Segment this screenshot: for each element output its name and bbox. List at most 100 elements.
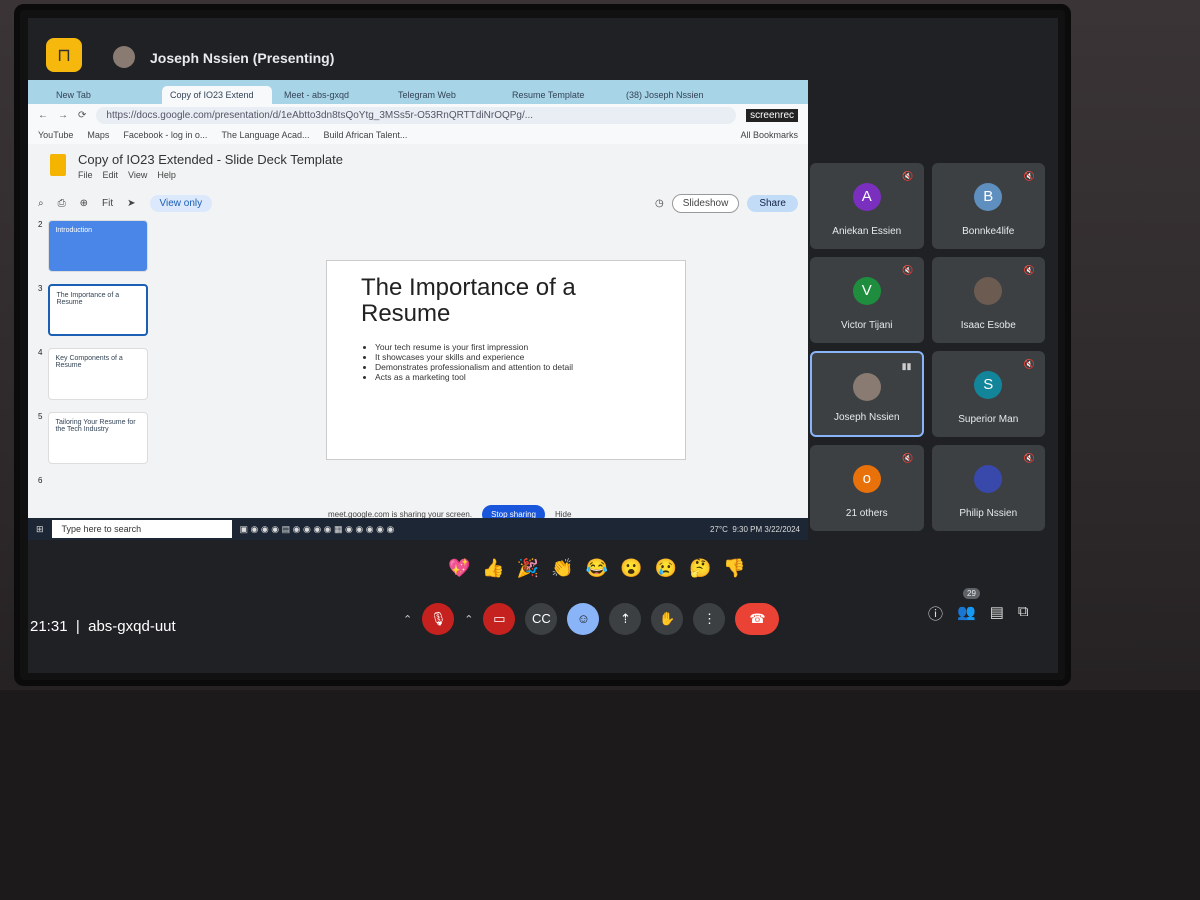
slide-thumb[interactable]: The Importance of a Resume: [48, 284, 149, 336]
reaction-emoji[interactable]: 🎉: [517, 558, 539, 579]
menu-bar: File Edit View Help: [78, 170, 176, 180]
slide-thumb[interactable]: Tailoring Your Resume for the Tech Indus…: [48, 412, 149, 464]
more-options-button[interactable]: ⋮: [693, 603, 726, 635]
tab-linkedin[interactable]: (38) Joseph Nssien: [618, 86, 728, 104]
chat-icon[interactable]: ▤: [990, 603, 1004, 624]
slide-filmstrip: 2 Introduction 3 The Importance of a Resum…: [38, 220, 168, 500]
url-input[interactable]: https://docs.google.com/presentation/d/1…: [96, 106, 737, 124]
view-only-badge[interactable]: View only: [149, 194, 213, 212]
camera-off-button[interactable]: ▭: [483, 603, 516, 635]
participant-tile[interactable]: 🔇 S Superior Man: [931, 351, 1045, 437]
reaction-emoji[interactable]: 👎: [723, 558, 745, 579]
taskbar-apps[interactable]: ▣ ◉ ◉ ◉ ▤ ◉ ◉ ◉ ◉ ▦ ◉ ◉ ◉ ◉ ◉: [240, 524, 395, 535]
slide-thumb[interactable]: Key Components of a Resume: [48, 348, 149, 400]
people-icon[interactable]: 👥: [957, 603, 976, 624]
menu-help[interactable]: Help: [157, 170, 176, 180]
menu-view[interactable]: View: [128, 170, 147, 180]
avatar: [974, 277, 1003, 305]
participant-name: Aniekan Essien: [832, 226, 902, 237]
presenter-name: Joseph Nssien (Presenting): [150, 50, 335, 66]
chevron-up-icon[interactable]: ⌃: [403, 613, 412, 626]
participant-tile[interactable]: 🔇 o 21 others: [810, 445, 924, 531]
slideshow-button[interactable]: Slideshow: [671, 193, 740, 213]
bookmark[interactable]: Build African Talent...: [324, 130, 408, 140]
slide-thumb[interactable]: Introduction: [48, 220, 149, 272]
weather: 27°C: [710, 524, 728, 534]
menu-file[interactable]: File: [78, 170, 93, 180]
reload-icon[interactable]: ⟳: [78, 110, 86, 121]
screenrec-label: screenrec: [746, 108, 798, 122]
mic-muted-icon: 🔇: [902, 265, 914, 275]
back-icon[interactable]: ←: [38, 110, 48, 121]
shared-screen: New Tab Copy of IO23 Extend Meet - abs-g…: [28, 80, 808, 540]
present-button[interactable]: ⇡: [609, 603, 642, 635]
side-controls: ⓘ 👥 ▤ ⧉: [928, 603, 1029, 624]
mic-muted-icon: 🔇: [1023, 359, 1035, 369]
reaction-emoji[interactable]: 😢: [655, 558, 677, 579]
slide-number: 3: [38, 284, 43, 293]
forward-icon[interactable]: →: [58, 110, 68, 121]
participant-name: Bonnke4life: [962, 226, 1015, 237]
reaction-emoji[interactable]: 😮: [620, 558, 642, 579]
tab-telegram[interactable]: Telegram Web: [390, 86, 500, 104]
meeting-info: 21:31 | abs-gxqd-uut: [30, 618, 176, 635]
tab-resume[interactable]: Resume Template: [504, 86, 614, 104]
tab-slides[interactable]: Copy of IO23 Extend: [162, 86, 272, 104]
participant-name: 21 others: [845, 508, 888, 519]
participant-name: Isaac Esobe: [960, 320, 1016, 331]
presenter-avatar: [113, 46, 135, 68]
participant-tile[interactable]: 🔇 B Bonnke4life: [931, 163, 1045, 249]
windows-start-icon[interactable]: ⊞: [36, 524, 44, 535]
reaction-emoji[interactable]: 👍: [482, 558, 504, 579]
emoji-button[interactable]: ☺: [567, 603, 600, 635]
tab-new-tab[interactable]: New Tab: [48, 86, 158, 104]
activities-icon[interactable]: ⧉: [1018, 603, 1029, 624]
current-slide: The Importance of a Resume Your tech res…: [326, 260, 686, 460]
tv-stand: [0, 690, 1200, 900]
call-controls: ⌃ 🎙 ⌃ ▭ CC ☺ ⇡ ✋ ⋮ ☎: [403, 603, 780, 635]
participant-tile[interactable]: ▮▮ Joseph Nssien: [810, 351, 924, 437]
slide-number: 4: [38, 348, 43, 357]
participant-tile[interactable]: 🔇 Philip Nssien: [931, 445, 1045, 531]
reaction-emoji[interactable]: 😂: [586, 558, 608, 579]
all-bookmarks[interactable]: All Bookmarks: [740, 130, 798, 140]
mic-muted-icon: 🔇: [902, 453, 914, 463]
tab-meet[interactable]: Meet - abs-gxqd: [276, 86, 386, 104]
avatar: A: [852, 183, 881, 211]
reaction-emoji[interactable]: 💖: [448, 558, 470, 579]
meeting-clock: 21:31: [30, 618, 68, 635]
info-icon[interactable]: ⓘ: [928, 603, 943, 624]
chevron-up-icon[interactable]: ⌃: [464, 613, 473, 626]
pointer-icon[interactable]: ➤: [127, 198, 135, 209]
participant-tile[interactable]: 🔇 V Victor Tijani: [810, 257, 924, 343]
bookmark[interactable]: Maps: [87, 130, 109, 140]
history-icon[interactable]: ◷: [655, 198, 664, 209]
taskbar-search[interactable]: Type here to search: [51, 520, 232, 538]
reactions-bar: 💖 👍 🎉 👏 😂 😮 😢 🤔 👎: [448, 558, 746, 579]
end-call-button[interactable]: ☎: [735, 603, 780, 635]
reaction-emoji[interactable]: 👏: [551, 558, 573, 579]
participant-tile[interactable]: 🔇 A Aniekan Essien: [810, 163, 924, 249]
avatar: [974, 465, 1003, 493]
slide-bullet: It showcases your skills and experience: [375, 352, 651, 362]
mic-off-button[interactable]: 🎙: [422, 603, 455, 635]
participant-tile[interactable]: 🔇 Isaac Esobe: [931, 257, 1045, 343]
menu-edit[interactable]: Edit: [103, 170, 119, 180]
bookmark[interactable]: Facebook - log in o...: [123, 130, 207, 140]
zoom-icon[interactable]: ⊕: [80, 198, 88, 209]
print-icon[interactable]: ⎙: [58, 198, 66, 209]
zoom-select[interactable]: Fit: [102, 198, 113, 209]
document-title: Copy of IO23 Extended - Slide Deck Templ…: [78, 152, 343, 167]
reaction-emoji[interactable]: 🤔: [689, 558, 711, 579]
bookmark[interactable]: YouTube: [38, 130, 73, 140]
bookmark[interactable]: The Language Acad...: [221, 130, 309, 140]
raise-hand-button[interactable]: ✋: [651, 603, 684, 635]
participant-name: Superior Man: [958, 414, 1019, 425]
meet-logo-icon[interactable]: ⊓: [46, 38, 82, 72]
share-button[interactable]: Share: [747, 194, 798, 212]
avatar: V: [852, 277, 881, 305]
speaking-icon: ▮▮: [901, 361, 912, 371]
search-icon[interactable]: ⌕: [38, 198, 44, 209]
captions-button[interactable]: CC: [525, 603, 558, 635]
slide-title: The Importance of a Resume: [361, 274, 576, 328]
